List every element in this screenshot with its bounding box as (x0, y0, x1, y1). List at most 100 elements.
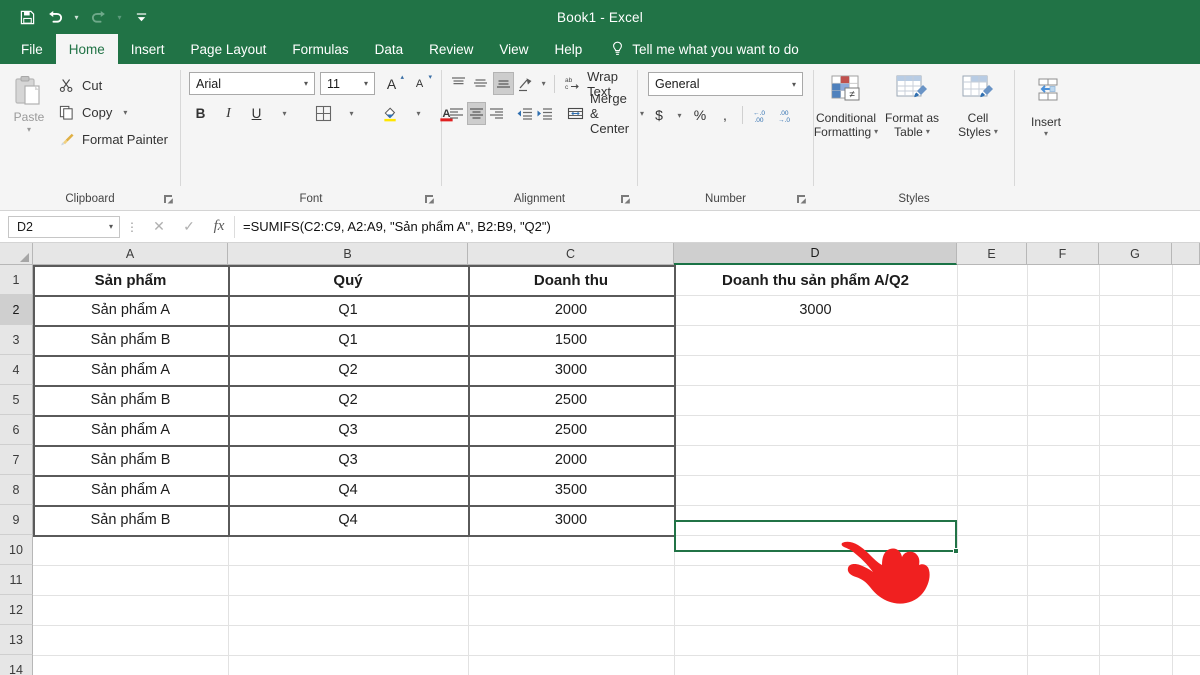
tab-insert[interactable]: Insert (118, 34, 178, 64)
cell-B6[interactable]: Q3 (230, 415, 466, 445)
tab-home[interactable]: Home (56, 34, 118, 64)
cell-D2[interactable]: 3000 (676, 295, 955, 325)
formula-input[interactable]: =SUMIFS(C2:C9, A2:A9, "Sản phẩm A", B2:B… (234, 216, 1200, 238)
cell-B5[interactable]: Q2 (230, 385, 466, 415)
column-header-partial[interactable] (1172, 243, 1200, 265)
chevron-down-icon[interactable]: ▾ (361, 79, 371, 88)
number-dialog-launcher-icon[interactable] (796, 194, 807, 205)
row-header-13[interactable]: 13 (0, 625, 33, 655)
currency-button[interactable]: $ (648, 103, 670, 127)
font-dialog-launcher-icon[interactable] (424, 194, 435, 205)
cell-B8[interactable]: Q4 (230, 475, 466, 505)
align-middle-button[interactable] (470, 72, 490, 95)
redo-icon[interactable] (85, 5, 111, 29)
column-header-d[interactable]: D (674, 243, 957, 265)
cell-C3[interactable]: 1500 (470, 325, 672, 355)
save-icon[interactable] (14, 5, 40, 29)
cell-B3[interactable]: Q1 (230, 325, 466, 355)
cell-B7[interactable]: Q3 (230, 445, 466, 475)
cell-B2[interactable]: Q1 (230, 295, 466, 325)
cell-C2[interactable]: 2000 (470, 295, 672, 325)
tab-review[interactable]: Review (416, 34, 486, 64)
align-right-button[interactable] (488, 102, 505, 125)
chevron-down-icon[interactable]: ▾ (874, 125, 878, 139)
align-top-button[interactable] (448, 72, 468, 95)
borders-button[interactable] (312, 102, 335, 125)
cell-A6[interactable]: Sản phẩm A (35, 415, 226, 445)
decrease-decimal-button[interactable]: .00→.0 (774, 103, 796, 127)
cell-A4[interactable]: Sản phẩm A (35, 355, 226, 385)
cell-C7[interactable]: 2000 (470, 445, 672, 475)
increase-decimal-button[interactable]: ←.0.00 (749, 103, 771, 127)
redo-dropdown-icon[interactable]: ▾ (113, 5, 126, 29)
column-header-a[interactable]: A (33, 243, 228, 265)
row-header-8[interactable]: 8 (0, 475, 33, 505)
column-header-c[interactable]: C (468, 243, 674, 265)
column-header-g[interactable]: G (1099, 243, 1172, 265)
chevron-down-icon[interactable]: ▾ (926, 125, 930, 139)
select-all-button[interactable] (0, 243, 33, 265)
cell-A2[interactable]: Sản phẩm A (35, 295, 226, 325)
customize-qat-icon[interactable] (128, 5, 154, 29)
align-center-button[interactable] (467, 102, 486, 125)
font-size-combo[interactable]: 11 ▾ (320, 72, 375, 95)
tab-page-layout[interactable]: Page Layout (178, 34, 280, 64)
tab-formulas[interactable]: Formulas (279, 34, 361, 64)
comma-button[interactable]: , (714, 103, 736, 127)
cell-C1[interactable]: Doanh thu (470, 265, 672, 295)
conditional-formatting-button[interactable]: ≠ Conditional Formatting ▾ (814, 74, 878, 139)
row-header-14[interactable]: 14 (0, 655, 33, 675)
row-header-1[interactable]: 1 (0, 265, 33, 295)
formula-bar-grip[interactable]: ⋮ (120, 220, 144, 234)
format-painter-button[interactable]: Format Painter (58, 128, 168, 150)
format-as-table-button[interactable]: Format as Table ▾ (880, 74, 944, 139)
row-header-10[interactable]: 10 (0, 535, 33, 565)
cell-D1[interactable]: Doanh thu sản phẩm A/Q2 (676, 265, 955, 295)
check-icon[interactable]: ✓ (174, 215, 204, 239)
align-left-button[interactable] (448, 102, 465, 125)
chevron-down-icon[interactable]: ▾ (109, 222, 116, 231)
align-bottom-button[interactable] (493, 72, 514, 95)
row-header-11[interactable]: 11 (0, 565, 33, 595)
cell-C9[interactable]: 3000 (470, 505, 672, 535)
copy-dropdown-icon[interactable]: ▾ (123, 108, 127, 117)
column-header-f[interactable]: F (1027, 243, 1099, 265)
currency-dropdown-icon[interactable]: ▾ (673, 103, 686, 127)
row-header-4[interactable]: 4 (0, 355, 33, 385)
underline-dropdown-icon[interactable]: ▾ (273, 102, 296, 125)
row-header-6[interactable]: 6 (0, 415, 33, 445)
font-name-combo[interactable]: Arial ▾ (189, 72, 315, 95)
cancel-icon[interactable]: ✕ (144, 215, 174, 239)
alignment-dialog-launcher-icon[interactable] (620, 194, 631, 205)
cell-A8[interactable]: Sản phẩm A (35, 475, 226, 505)
cell-styles-button[interactable]: Cell Styles ▾ (946, 74, 1010, 139)
paste-dropdown-icon[interactable]: ▾ (27, 125, 31, 134)
number-format-combo[interactable]: General ▾ (648, 72, 803, 96)
cell-C5[interactable]: 2500 (470, 385, 672, 415)
cut-button[interactable]: Cut (58, 74, 168, 96)
row-header-9[interactable]: 9 (0, 505, 33, 535)
column-header-e[interactable]: E (957, 243, 1027, 265)
fill-handle[interactable] (953, 548, 959, 554)
insert-cells-button[interactable]: Insert ▾ (1015, 72, 1077, 138)
merge-center-button[interactable]: Merge & Center ▾ (563, 102, 644, 125)
undo-dropdown-icon[interactable]: ▾ (70, 5, 83, 29)
bold-button[interactable]: B (189, 102, 212, 125)
decrease-indent-button[interactable] (515, 102, 533, 125)
chevron-down-icon[interactable]: ▾ (994, 125, 998, 139)
tell-me-box[interactable]: Tell me what you want to do (595, 34, 809, 64)
cell-A1[interactable]: Sản phẩm (35, 265, 226, 295)
name-box[interactable]: D2 ▾ (8, 216, 120, 238)
row-header-12[interactable]: 12 (0, 595, 33, 625)
tab-file[interactable]: File (8, 34, 56, 64)
tab-view[interactable]: View (486, 34, 541, 64)
increase-font-size-button[interactable]: A▴ (380, 72, 403, 95)
cell-A9[interactable]: Sản phẩm B (35, 505, 226, 535)
increase-indent-button[interactable] (535, 102, 553, 125)
cell-C6[interactable]: 2500 (470, 415, 672, 445)
cell-B4[interactable]: Q2 (230, 355, 466, 385)
decrease-font-size-button[interactable]: A▾ (408, 72, 431, 95)
cell-A3[interactable]: Sản phẩm B (35, 325, 226, 355)
paste-button[interactable]: Paste ▾ (0, 72, 58, 134)
row-header-3[interactable]: 3 (0, 325, 33, 355)
